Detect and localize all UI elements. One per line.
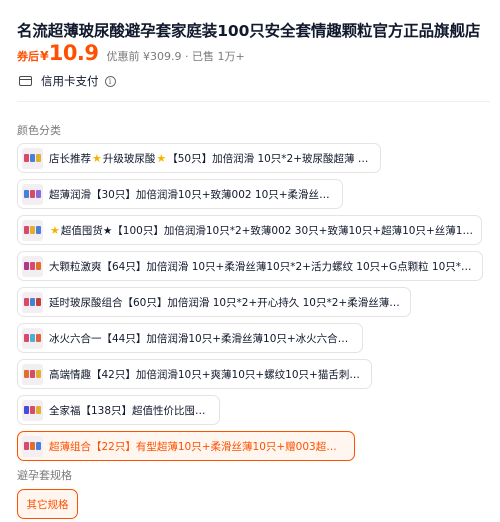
star-icon: ★ [92, 151, 102, 165]
sku-option-1[interactable]: 店长推荐★升级玻尿酸★【50只】加倍润滑 10只*2+玻尿酸超薄 30只 [17, 143, 381, 173]
payment-method[interactable]: 信用卡支付 i [19, 72, 116, 90]
sku-label: 超薄组合【22只】有型超薄10只+柔滑丝薄10只+赠003超润薄2只 [49, 440, 346, 453]
info-icon[interactable]: i [104, 75, 116, 87]
sku-thumbnail [22, 363, 43, 385]
sku-thumbnail [22, 219, 43, 241]
spec-option-other[interactable]: 其它规格 [17, 489, 78, 519]
sku-label: 大颗粒激爽【64只】加倍润滑 10只+柔滑丝薄10只*2+活力螺纹 10只+G点… [49, 260, 474, 273]
sku-thumbnail [22, 291, 43, 313]
sku-option-3[interactable]: ★超值囤货★【100只】加倍润滑10只*2+致薄002 30只+致薄10只+超薄… [17, 215, 482, 245]
price-row: 券后 ¥ 10.9 优惠前 ¥309.9 · 已售 1万+ [17, 41, 245, 67]
sku-option-9-selected[interactable]: 超薄组合【22只】有型超薄10只+柔滑丝薄10只+赠003超润薄2只 [17, 431, 355, 461]
star-icon: ★ [156, 151, 167, 165]
sku-thumbnail [22, 183, 43, 205]
sku-label: ★超值囤货★【100只】加倍润滑10只*2+致薄002 30只+致薄10只+超薄… [50, 223, 473, 237]
price-currency: ¥ [40, 48, 49, 63]
sku-option-7[interactable]: 高端情趣【42只】加倍润滑10只+爽薄10只+螺纹10只+猫舌刺套12只 [17, 359, 372, 389]
payment-label: 信用卡支付 [41, 74, 99, 88]
sku-label: 店长推荐★升级玻尿酸★【50只】加倍润滑 10只*2+玻尿酸超薄 30只 [49, 151, 372, 165]
sku-thumbnail [22, 399, 43, 421]
star-icon: ★ [50, 223, 60, 237]
sku-option-2[interactable]: 超薄润滑【30只】加倍润滑10只+致薄002 10只+柔滑丝薄10只 [17, 179, 343, 209]
price-original: 优惠前 ¥309.9 · 已售 1万+ [106, 50, 245, 63]
sku-thumbnail [22, 147, 43, 169]
sku-thumbnail [22, 435, 43, 457]
credit-card-icon [19, 76, 32, 86]
sku-label: 延时玻尿酸组合【60只】加倍润滑 10只*2+开心持久 10只*2+柔滑丝薄 1… [49, 296, 402, 309]
sku-thumbnail [22, 327, 43, 349]
spec-section-label: 避孕套规格 [17, 469, 72, 482]
sku-option-5[interactable]: 延时玻尿酸组合【60只】加倍润滑 10只*2+开心持久 10只*2+柔滑丝薄 1… [17, 287, 411, 317]
price-value: 10.9 [48, 41, 99, 65]
sku-label: 冰火六合一【44只】加倍润滑10只+柔滑丝薄10只+冰火六合一 24只 [49, 332, 354, 345]
sku-thumbnail [22, 255, 43, 277]
sku-option-4[interactable]: 大颗粒激爽【64只】加倍润滑 10只+柔滑丝薄10只*2+活力螺纹 10只+G点… [17, 251, 483, 281]
price-prefix: 券后 [17, 50, 39, 63]
product-title: 名流超薄玻尿酸避孕套家庭装100只安全套情趣颗粒官方正品旗舰店 [17, 22, 481, 40]
divider [17, 101, 490, 102]
color-section-label: 颜色分类 [17, 124, 61, 137]
sku-label: 超薄润滑【30只】加倍润滑10只+致薄002 10只+柔滑丝薄10只 [49, 188, 334, 201]
sku-label: 全家福【138只】超值性价比囤货装 [49, 404, 211, 417]
sku-option-6[interactable]: 冰火六合一【44只】加倍润滑10只+柔滑丝薄10只+冰火六合一 24只 [17, 323, 363, 353]
sku-label: 高端情趣【42只】加倍润滑10只+爽薄10只+螺纹10只+猫舌刺套12只 [49, 368, 363, 381]
sku-option-8[interactable]: 全家福【138只】超值性价比囤货装 [17, 395, 220, 425]
